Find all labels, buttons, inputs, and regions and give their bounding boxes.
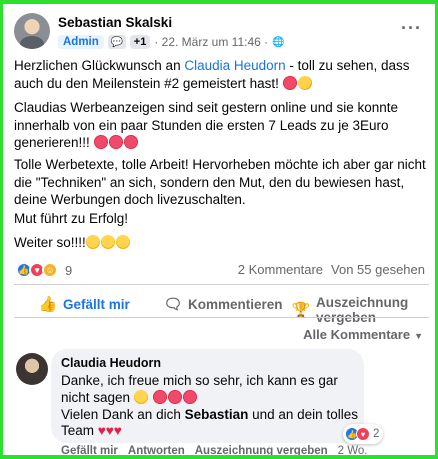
comments-filter-dropdown[interactable]: Alle Kommentare ▼ xyxy=(303,327,423,342)
comment-count-link[interactable]: 2 Kommentare xyxy=(238,262,323,277)
post-p2-text: Claudias Werbeanzeigen sind seit gestern… xyxy=(14,100,398,150)
heart-eyes-emoji-icon xyxy=(152,389,167,404)
commenter-avatar[interactable] xyxy=(16,353,48,385)
comment-reply-button[interactable]: Antworten xyxy=(128,445,185,455)
heart-eyes-emoji-icon xyxy=(282,75,297,90)
party-face-emoji-icon xyxy=(297,75,312,90)
smile-emoji-icon xyxy=(85,235,100,249)
post-stats: 2 Kommentare Von 55 gesehen xyxy=(230,262,425,277)
comment-line1: Danke, ich freue mich so sehr, ich kann … xyxy=(61,373,338,405)
mention-claudia-link[interactable]: Claudia Heudorn xyxy=(184,58,285,73)
post-timestamp[interactable]: · 22. März um 11:46 · xyxy=(154,35,268,49)
post-p5-text: Weiter so!!!! xyxy=(14,235,86,250)
comment-author[interactable]: Claudia Heudorn xyxy=(61,356,161,370)
smile-emoji-icon xyxy=(115,235,130,249)
admin-badge: Admin xyxy=(58,35,104,49)
comment-reaction-count: 2 xyxy=(373,428,380,440)
award-label: Auszeichnung vergeben xyxy=(316,295,409,325)
comment-time[interactable]: 2 Wo. xyxy=(338,445,368,455)
reaction-summary[interactable]: 👍 ♥ ☺ 9 xyxy=(16,262,72,278)
like-label: Gefällt mir xyxy=(63,296,130,312)
comment-line2-before: Vielen Dank an dich xyxy=(61,406,185,422)
comment-award-button[interactable]: Auszeichnung vergeben xyxy=(195,445,328,455)
comment-actions: Gefällt mir Antworten Auszeichnung verge… xyxy=(61,445,368,455)
smile-emoji-icon xyxy=(100,235,115,249)
comment-like-button[interactable]: Gefällt mir xyxy=(61,445,118,455)
post-paragraph-1: Herzlichen Glückwunsch an Claudia Heudor… xyxy=(14,57,429,92)
award-button[interactable]: 🏆 Auszeichnung vergeben xyxy=(292,295,435,325)
screenshot-frame: Sebastian Skalski Admin 💬 +1 · 22. März … xyxy=(0,0,438,459)
post-card: Sebastian Skalski Admin 💬 +1 · 22. März … xyxy=(3,4,435,455)
comment-text: Danke, ich freue mich so sehr, ich kann … xyxy=(61,373,361,440)
more-options-button[interactable]: ··· xyxy=(401,18,422,39)
caret-down-icon: ▼ xyxy=(414,331,423,341)
comments-filter-label: Alle Kommentare xyxy=(303,327,411,342)
thumbs-up-icon: 👍 xyxy=(38,296,58,313)
post-paragraph-3: Tolle Werbetexte, tolle Arbeit! Hervorhe… xyxy=(14,157,426,207)
post-paragraph-5: Weiter so!!!! xyxy=(14,234,429,252)
comment-icon: 🗨 xyxy=(163,296,183,313)
post-paragraph-4: Mut führt zu Erfolg! xyxy=(14,211,129,226)
author-avatar[interactable] xyxy=(14,13,50,49)
plus-badge: +1 xyxy=(129,35,151,49)
smile-emoji-icon xyxy=(133,389,148,404)
like-button[interactable]: 👍 Gefällt mir xyxy=(39,295,130,313)
heart-eyes-emoji-icon xyxy=(123,135,138,149)
post-meta: Admin 💬 +1 · 22. März um 11:46 · 🌐 xyxy=(58,34,285,50)
care-reaction-icon: ☺ xyxy=(42,262,58,278)
chat-badge-icon: 💬 xyxy=(107,35,126,49)
post-p1-before: Herzlichen Glückwunsch an xyxy=(14,58,185,73)
comment-button[interactable]: 🗨 Kommentieren xyxy=(163,295,283,313)
red-heart-icon: ♥♥♥ xyxy=(97,423,122,439)
globe-icon: 🌐 xyxy=(272,36,285,48)
comment-reactions[interactable]: 👍 ♥ 2 xyxy=(343,424,384,444)
reaction-count: 9 xyxy=(65,262,73,278)
heart-eyes-emoji-icon xyxy=(182,389,197,404)
divider-top xyxy=(14,284,429,285)
comment-mention-sebastian: Sebastian xyxy=(184,406,249,422)
heart-reaction-icon: ♥ xyxy=(356,427,370,441)
comment-label: Kommentieren xyxy=(188,296,283,312)
heart-eyes-emoji-icon xyxy=(93,135,108,149)
post-paragraph-2: Claudias Werbeanzeigen sind seit gestern… xyxy=(14,99,429,152)
heart-eyes-emoji-icon xyxy=(167,389,182,404)
heart-eyes-emoji-icon xyxy=(108,135,123,149)
view-count[interactable]: Von 55 gesehen xyxy=(331,262,425,277)
divider-bottom xyxy=(14,317,429,318)
post-author[interactable]: Sebastian Skalski xyxy=(58,15,172,30)
